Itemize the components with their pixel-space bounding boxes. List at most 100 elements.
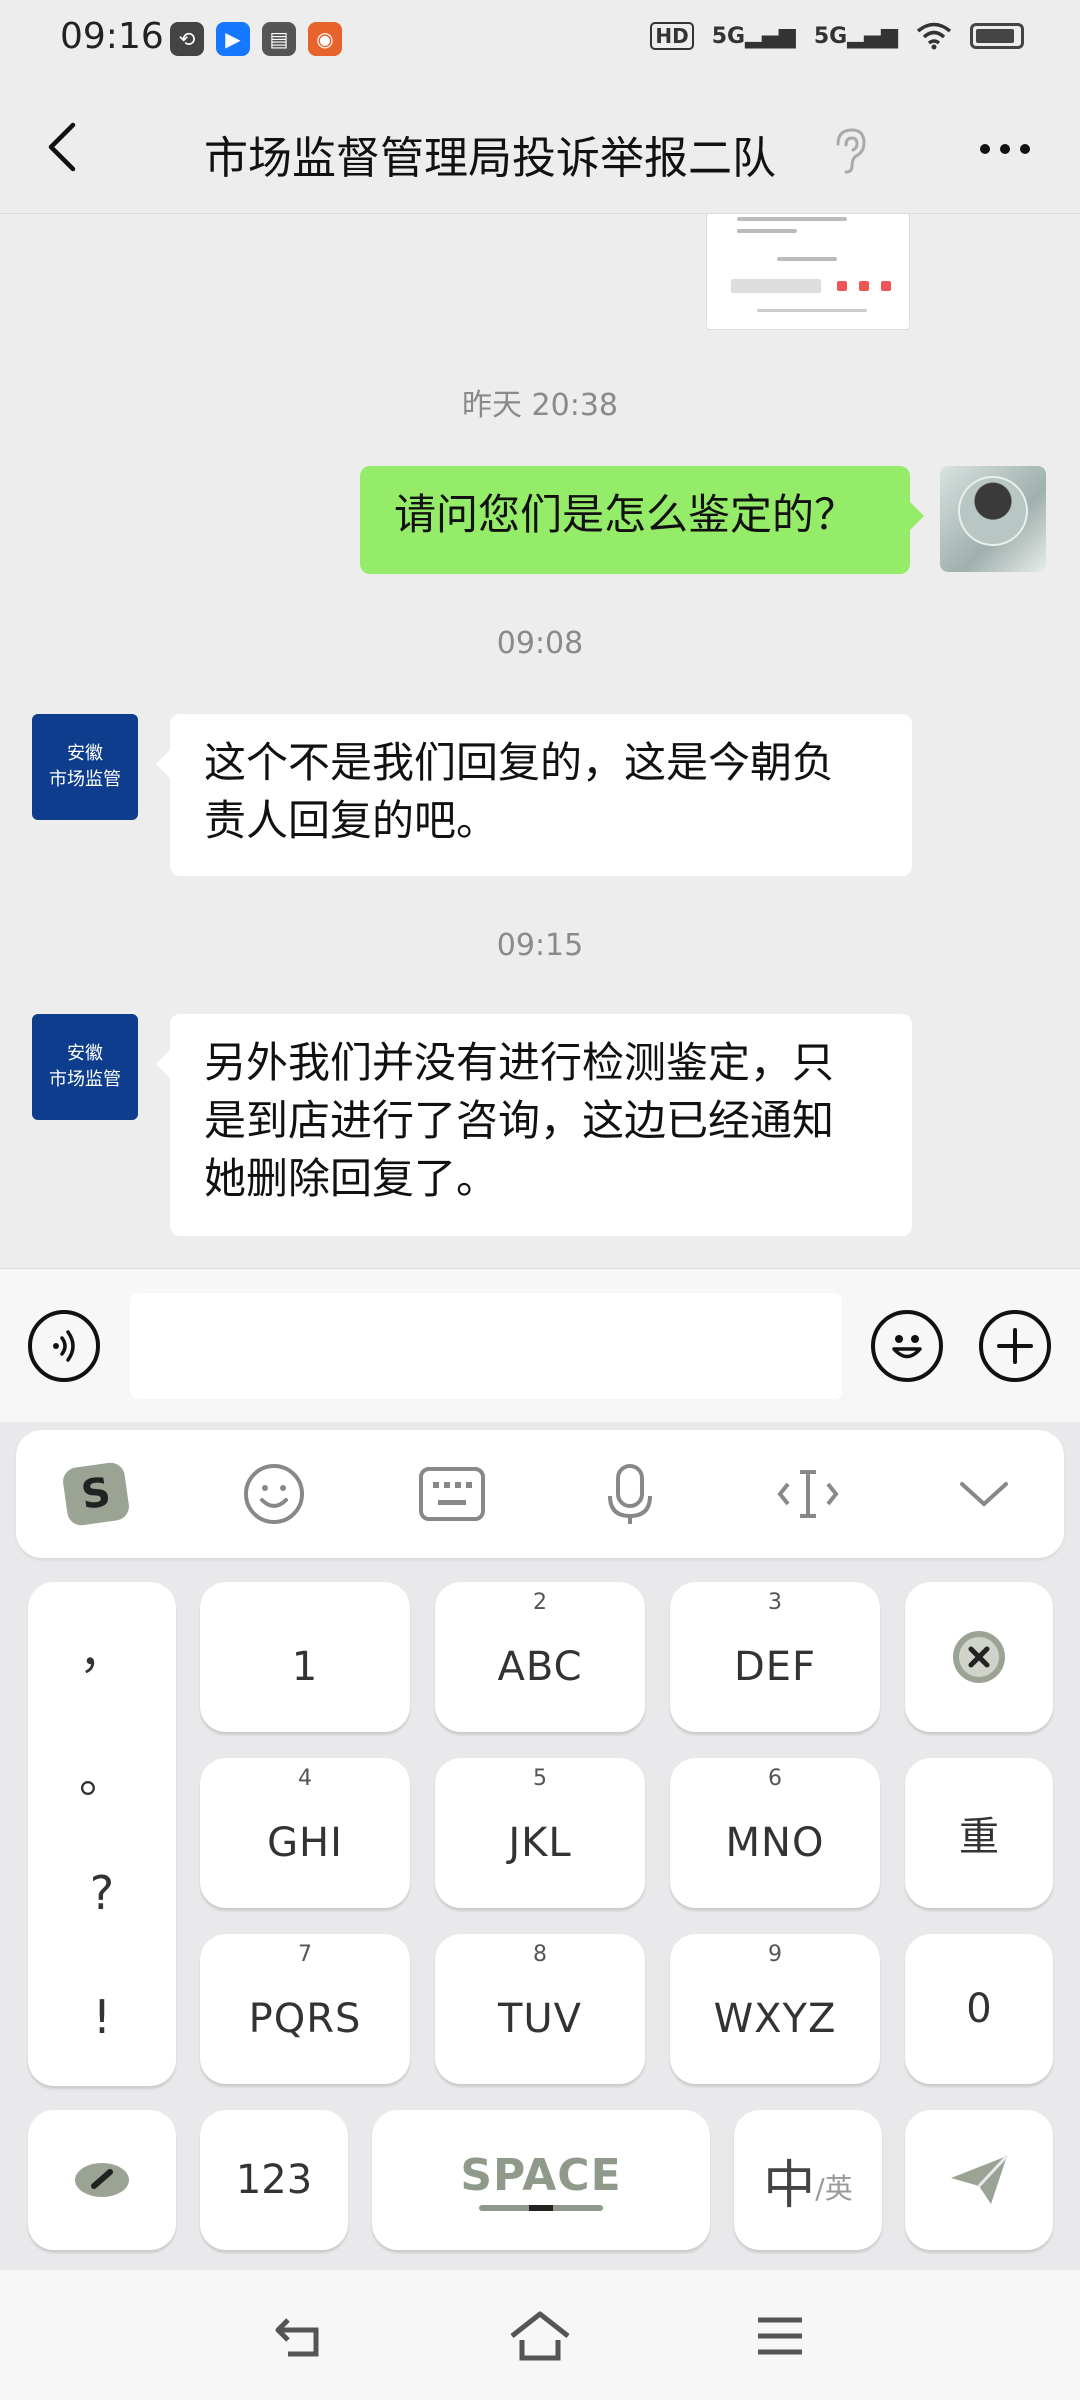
space-underline [479,2204,603,2211]
key-label: GHI [267,1820,343,1866]
punctuation-column[interactable]: ， 。 ? ! [28,1582,176,2086]
thumb-dot [881,281,891,291]
received-message-bubble[interactable]: 另外我们并没有进行检测鉴定，只 是到店进行了咨询，这边已经通知 她删除回复了。 [156,1014,912,1236]
chat-input-bar [0,1268,1080,1422]
key-0[interactable]: 0 [905,1934,1053,2084]
keyboard-toolbar: S [16,1430,1064,1558]
numbers-key[interactable]: 123 [200,2110,348,2250]
key-label: TUV [497,1996,583,2042]
map-app-icon: ◉ [308,22,342,56]
key-abc[interactable]: 2 ABC [435,1582,645,1732]
smiley-icon [244,1464,304,1524]
key-number: 8 [533,1942,547,1967]
message-text-line: 是到店进行了咨询，这边已经通知 [204,1096,835,1145]
key-number: 5 [533,1766,547,1791]
thumb-line [737,229,797,233]
collapse-keyboard-button[interactable] [948,1458,1020,1530]
avatar-org[interactable]: 安徽 市场监管 [32,714,138,820]
redo-key[interactable]: 重 [905,1758,1053,1908]
symbol-key[interactable] [28,2110,176,2250]
home-icon [510,2311,570,2361]
network-label-2: 5G [813,23,848,49]
language-switch-key[interactable]: 中 /英 [734,2110,882,2250]
link-app-icon: ⟲ [170,22,204,56]
menu-icon [758,2317,802,2355]
avatar-org[interactable]: 安徽 市场监管 [32,1014,138,1120]
ime-keyboard: S ， 。 ? ! 1 2 ABC 3 DEF 4 GHI 5 JKL 6 MN… [0,1422,1080,2270]
signal-icon-1: 5G▂▄▆ [711,23,796,49]
lang-main-label: 中 [763,2155,816,2216]
back-arrow-icon [275,2318,319,2357]
thumb-dot [859,281,869,291]
thumb-line [737,217,847,221]
key-1[interactable]: 1 [200,1582,410,1732]
key-label: JKL [508,1820,572,1866]
message-text-line: 她删除回复了。 [204,1154,499,1203]
message-input[interactable] [130,1293,842,1399]
text-cursor-icon [777,1470,839,1518]
chat-title: 市场监督管理局投诉举报二队 [204,133,776,184]
punct-comma-key[interactable]: ， [28,1616,176,1682]
send-key[interactable] [905,2110,1053,2250]
key-def[interactable]: 3 DEF [670,1582,880,1732]
ime-logo-button[interactable]: S [60,1458,132,1530]
image-message-thumbnail[interactable] [706,214,910,330]
chevron-down-icon [960,1482,1008,1507]
status-time: 09:16 [60,16,164,57]
key-label: 0 [966,1986,992,2032]
key-tuv[interactable]: 8 TUV [435,1934,645,2084]
key-label: 重 [959,1814,999,1860]
key-label: 123 [235,2157,313,2203]
ear-icon [836,128,866,174]
nav-back-button[interactable] [265,2306,335,2366]
more-actions-button[interactable] [979,1310,1051,1382]
toolbar-emoji-button[interactable] [238,1458,310,1530]
timestamp: 09:15 [496,928,584,963]
key-number: 3 [768,1590,782,1615]
punct-exclaim-key[interactable]: ! [28,1990,176,2044]
voice-input-button[interactable] [28,1310,100,1382]
punct-question-key[interactable]: ? [28,1866,176,1920]
sent-message-bubble[interactable]: 请问您们是怎么鉴定的？ [360,466,924,574]
lang-sub-label: /英 [815,2172,853,2205]
key-pqrs[interactable]: 7 PQRS [200,1934,410,2084]
key-number: 9 [768,1942,782,1967]
signal-icon-2: 5G▂▄▆ [813,23,898,49]
space-key[interactable]: SPACE [372,2110,710,2250]
key-label: MNO [725,1820,825,1866]
punct-period-key[interactable]: 。 [28,1740,176,1806]
key-number: 6 [768,1766,782,1791]
chat-header: 市场监督管理局投诉举报二队 [0,84,1080,214]
plus-icon [997,1328,1033,1364]
key-label: PQRS [248,1996,362,2042]
key-wxyz[interactable]: 9 WXYZ [670,1934,880,2084]
delete-key[interactable] [905,1582,1053,1732]
more-button[interactable] [970,124,1040,174]
key-label: 1 [291,1644,319,1690]
chevron-left-icon [48,122,76,172]
org-avatar-line2: 市场监管 [49,1069,121,1090]
key-label: DEF [733,1644,817,1690]
toolbar-cursor-button[interactable] [772,1458,844,1530]
thumb-line [757,309,867,312]
chat-area[interactable]: 昨天 20:38 请问您们是怎么鉴定的？ 09:08 安徽 市场监管 这个不是我… [0,214,1080,1268]
key-label: SPACE [460,2149,622,2201]
nav-menu-button[interactable] [745,2306,815,2366]
back-button[interactable] [28,112,98,182]
calendar-app-icon: ▤ [262,22,296,56]
message-text-line: 另外我们并没有进行检测鉴定，只 [204,1038,835,1087]
key-jkl[interactable]: 5 JKL [435,1758,645,1908]
thumb-line [777,257,837,261]
nav-home-button[interactable] [505,2306,575,2366]
avatar-self[interactable] [940,466,1046,572]
toolbar-voice-button[interactable] [594,1458,666,1530]
key-label: ABC [497,1644,583,1690]
emoji-button[interactable] [871,1310,943,1382]
received-message-bubble[interactable]: 这个不是我们回复的，这是今朝负 责人回复的吧。 [156,714,912,876]
status-bar: 09:16 ⟲ ▶ ▤ ◉ HD 5G▂▄▆ 5G▂▄▆ [0,0,1080,84]
key-mno[interactable]: 6 MNO [670,1758,880,1908]
key-ghi[interactable]: 4 GHI [200,1758,410,1908]
toolbar-keyboard-button[interactable] [416,1458,488,1530]
timestamp: 昨天 20:38 [462,388,618,423]
key-label: WXYZ [713,1996,837,2042]
